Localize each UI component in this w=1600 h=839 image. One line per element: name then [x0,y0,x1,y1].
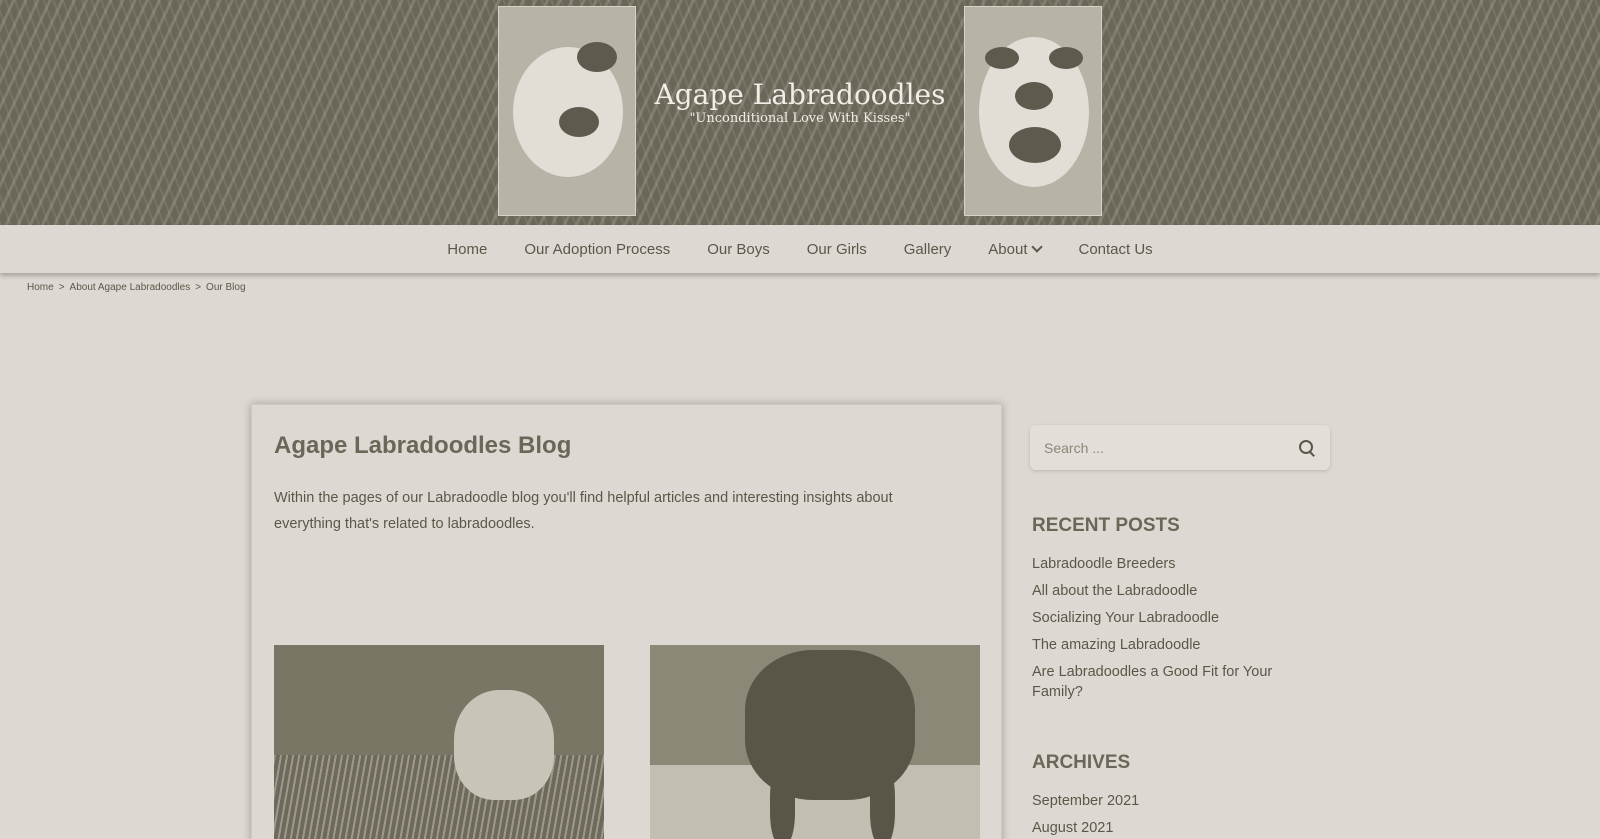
nav-contact-us[interactable]: Contact Us [1078,241,1152,258]
blog-content-card: Agape Labradoodles Blog Within the pages… [251,404,1002,839]
breadcrumb: Home > About Agape Labradoodles > Our Bl… [27,282,246,293]
nav-home[interactable]: Home [447,241,487,258]
recent-post-link[interactable]: Labradoodle Breeders [1032,554,1322,574]
recent-posts-title: RECENT POSTS [1032,515,1180,536]
nav-our-girls-label: Our Girls [806,240,867,258]
nav-about[interactable]: About [988,240,1044,258]
main-nav: Home Our Adoption Process Our Boys Our G… [0,225,1600,273]
nav-about-label: About [988,240,1028,258]
dog-leg [870,765,895,839]
breadcrumb-about[interactable]: About Agape Labradoodles [70,282,191,293]
breadcrumb-current: Our Blog [206,282,246,293]
dog-nose [559,107,599,137]
breadcrumb-separator: > [195,282,202,293]
blog-post-thumbnail[interactable] [650,645,980,839]
nav-home-label: Home [447,240,488,258]
chevron-down-icon [1031,241,1044,253]
archives-list: September 2021 August 2021 [1032,791,1322,839]
blog-intro-text: Within the pages of our Labradoodle blog… [274,490,893,532]
page-title: Agape Labradoodles Blog [274,432,572,459]
dog-leg [770,765,795,839]
dog-eye [985,47,1019,69]
nav-gallery[interactable]: Gallery [904,241,952,258]
dog-eye [1049,47,1083,69]
nav-our-boys-label: Our Boys [707,240,770,258]
recent-post-link[interactable]: The amazing Labradoodle [1032,635,1322,655]
nav-gallery-label: Gallery [903,240,952,258]
nav-our-girls[interactable]: Our Girls [807,241,867,258]
dog-eye [577,42,617,72]
header-dog-photo-right [964,6,1102,216]
archive-link[interactable]: September 2021 [1032,791,1322,811]
grass-background [274,755,604,839]
dog-mouth [1009,127,1061,163]
dog-image [454,690,554,800]
recent-post-link[interactable]: Are Labradoodles a Good Fit for Your Fam… [1032,662,1322,702]
header-dog-photo-left [498,6,636,216]
archive-link[interactable]: August 2021 [1032,818,1322,838]
archives-title: ARCHIVES [1032,752,1131,773]
search-input[interactable] [1044,439,1298,456]
nav-adoption-process-label: Our Adoption Process [524,240,671,258]
nav-our-boys[interactable]: Our Boys [707,241,770,258]
search-widget [1030,425,1330,470]
nav-adoption-process[interactable]: Our Adoption Process [524,241,670,258]
search-icon[interactable] [1298,439,1316,457]
recent-posts-list: Labradoodle Breeders All about the Labra… [1032,554,1322,709]
site-tagline: "Unconditional Love With Kisses" [689,111,911,126]
recent-post-link[interactable]: All about the Labradoodle [1032,581,1322,601]
dog-nose [1015,82,1053,110]
header-banner: Agape Labradoodles "Unconditional Love W… [0,0,1600,225]
recent-post-link[interactable]: Socializing Your Labradoodle [1032,608,1322,628]
breadcrumb-home[interactable]: Home [27,282,54,293]
nav-contact-us-label: Contact Us [1078,240,1153,258]
blog-post-thumbnail[interactable] [274,645,604,839]
breadcrumb-separator: > [58,282,65,293]
site-title[interactable]: Agape Labradoodles [640,78,960,111]
